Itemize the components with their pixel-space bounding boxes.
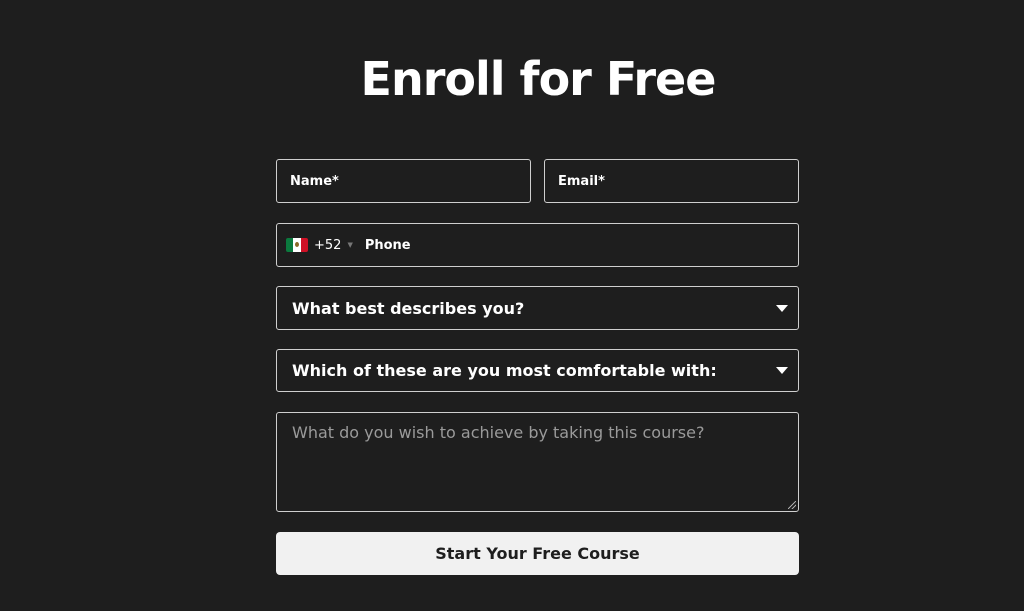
name-field-wrapper — [276, 159, 531, 203]
goal-textarea[interactable] — [277, 413, 798, 511]
dial-code: +52 — [314, 237, 342, 253]
phone-field-wrapper: +52 ▼ — [276, 223, 799, 267]
comfortable-with-select[interactable]: Which of these are you most comfortable … — [276, 349, 799, 392]
caret-down-icon — [776, 304, 788, 312]
phone-input[interactable] — [356, 224, 798, 266]
chevron-down-icon: ▼ — [347, 241, 353, 249]
email-input[interactable] — [545, 160, 798, 202]
enroll-page: Enroll for Free +52 ▼ What best describe… — [0, 0, 1024, 611]
name-input[interactable] — [277, 160, 530, 202]
mexico-flag-icon — [286, 238, 308, 252]
comfortable-with-selected-value: Which of these are you most comfortable … — [292, 361, 717, 380]
start-course-button[interactable]: Start Your Free Course — [276, 532, 799, 575]
page-title: Enroll for Free — [360, 52, 717, 106]
phone-row: +52 ▼ — [277, 224, 798, 266]
country-code-picker[interactable]: +52 ▼ — [277, 224, 357, 266]
resize-handle-icon[interactable] — [788, 501, 796, 509]
goal-textarea-wrapper — [276, 412, 799, 512]
describes-you-select[interactable]: What best describes you? — [276, 286, 799, 330]
caret-down-icon — [776, 367, 788, 374]
email-field-wrapper — [544, 159, 799, 203]
describes-you-selected-value: What best describes you? — [292, 298, 525, 318]
